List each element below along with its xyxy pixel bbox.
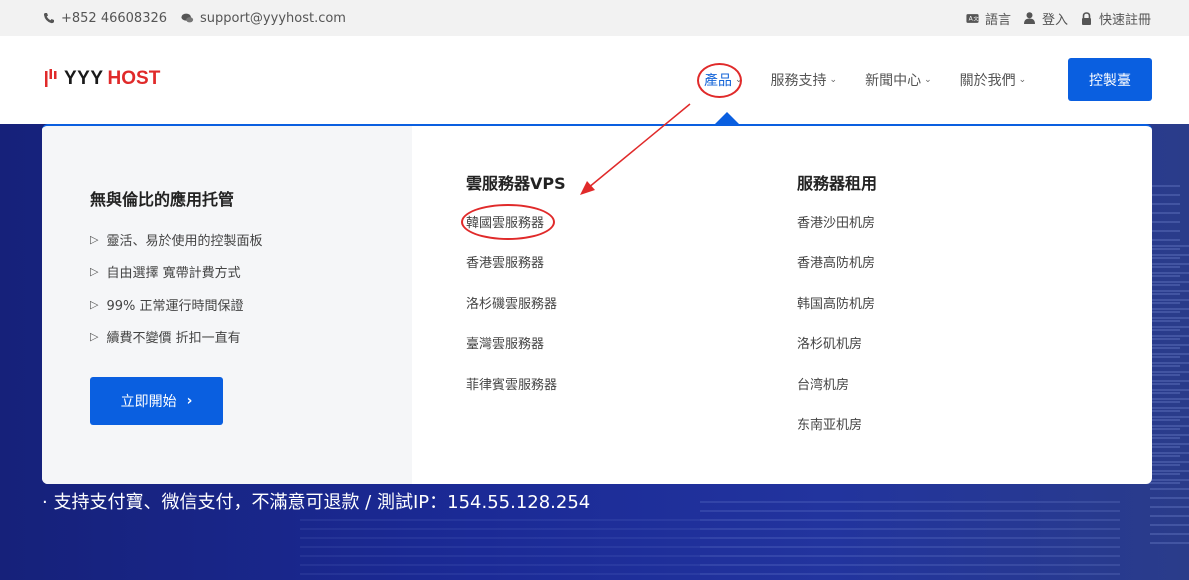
login-link[interactable]: 登入 (1023, 9, 1068, 28)
products-dropdown: 無與倫比的應用托管 ▷ 靈活、易於使用的控製面板 ▷ 自由選擇 寬帶計費方式 ▷… (42, 124, 1152, 484)
link-philippines-cloud-server[interactable]: 菲律賓雲服務器 (466, 374, 557, 393)
nav-news-label: 新聞中心 (865, 73, 922, 89)
logo-mark-icon (45, 69, 57, 87)
control-panel-button[interactable]: 控製臺 (1068, 58, 1152, 101)
link-taiwan-dc[interactable]: 台湾机房 (797, 374, 849, 393)
link-la-dc[interactable]: 洛杉矶机房 (797, 333, 862, 352)
feature-item: ▷ 自由選擇 寬帶計費方式 (90, 262, 241, 281)
chevron-down-icon: ⌄ (924, 75, 932, 85)
feature-item: ▷ 續費不變價 折扣一直有 (90, 327, 241, 346)
nav-support-label: 服務支持 (770, 73, 827, 89)
phone-contact[interactable]: +852 46608326 (42, 11, 167, 26)
site-header: YYY HOST 產品 ⌄ 服務支持 ⌄ 新聞中心 ⌄ 關於我們 ⌄ 控製臺 (0, 36, 1189, 124)
register-link[interactable]: 快速註冊 (1080, 9, 1151, 28)
link-sea-dc[interactable]: 东南亚机房 (797, 414, 862, 433)
nav-support[interactable]: 服務支持 ⌄ (771, 70, 838, 90)
feature-text: 靈活、易於使用的控製面板 (106, 234, 263, 249)
rental-heading: 服務器租用 (797, 174, 878, 193)
chevron-right-icon: › (186, 393, 193, 409)
rental-column: 服務器租用 香港沙田机房 香港高防机房 韩国高防机房 洛杉矶机房 台湾机房 东南… (797, 170, 878, 433)
server-rack-image (300, 514, 700, 580)
feature-item: ▷ 靈活、易於使用的控製面板 (90, 230, 262, 249)
lock-icon (1080, 11, 1093, 25)
link-taiwan-cloud-server[interactable]: 臺灣雲服務器 (466, 333, 544, 352)
link-korea-ddos-dc[interactable]: 韩国高防机房 (797, 293, 875, 312)
server-rack-image (700, 494, 1120, 580)
nav-news[interactable]: 新聞中心 ⌄ (865, 70, 932, 90)
start-now-button[interactable]: 立即開始 › (90, 377, 223, 425)
logo[interactable]: YYY HOST (44, 68, 160, 90)
language-selector[interactable]: A文 語言 (966, 9, 1011, 28)
logo-text-host: HOST (107, 68, 161, 89)
chevron-down-icon: ⌄ (829, 75, 838, 85)
annotation-circle-link (461, 204, 555, 240)
promo-title: 無與倫比的應用托管 (90, 190, 235, 209)
arrow-right-icon: ▷ (90, 298, 99, 311)
user-icon (1023, 12, 1036, 25)
link-hk-ddos-dc[interactable]: 香港高防机房 (797, 252, 875, 271)
annotation-circle-nav (697, 63, 742, 98)
email-address: support@yyyhost.com (200, 10, 346, 26)
top-bar: +852 46608326 support@yyyhost.com A文 語言 … (0, 0, 1189, 36)
chat-icon (181, 12, 194, 25)
chevron-down-icon: ⌄ (1018, 75, 1027, 85)
language-icon: A文 (966, 12, 979, 25)
vps-heading: 雲服務器VPS (466, 174, 566, 193)
hero-payment-text: · 支持支付寶、微信支付，不滿意可退款 / 測試IP：154.55.128.25… (42, 492, 591, 513)
register-label: 快速註冊 (1098, 12, 1151, 28)
link-la-cloud-server[interactable]: 洛杉磯雲服務器 (466, 293, 557, 312)
arrow-right-icon: ▷ (90, 233, 99, 246)
link-hongkong-cloud-server[interactable]: 香港雲服務器 (466, 252, 544, 271)
arrow-right-icon: ▷ (90, 265, 99, 278)
server-rack-image (1150, 244, 1189, 544)
logo-text-yyy: YYY (64, 68, 104, 89)
svg-text:文: 文 (973, 14, 979, 22)
feature-text: 續費不變價 折扣一直有 (106, 331, 241, 346)
language-label: 語言 (984, 12, 1011, 28)
link-hk-shatin-dc[interactable]: 香港沙田机房 (797, 212, 875, 231)
vps-column: 雲服務器VPS 韓國雲服務器 香港雲服務器 洛杉磯雲服務器 臺灣雲服務器 菲律賓… (466, 170, 566, 393)
nav-about-label: 關於我們 (959, 73, 1016, 89)
feature-item: ▷ 99% 正常運行時間保證 (90, 295, 244, 314)
nav-about[interactable]: 關於我們 ⌄ (960, 70, 1027, 90)
phone-number: +852 46608326 (61, 10, 168, 26)
promo-panel: 無與倫比的應用托管 ▷ 靈活、易於使用的控製面板 ▷ 自由選擇 寬帶計費方式 ▷… (42, 126, 412, 484)
phone-icon (42, 12, 55, 25)
start-now-label: 立即開始 (120, 394, 177, 410)
arrow-right-icon: ▷ (90, 330, 99, 343)
feature-text: 99% 正常運行時間保證 (106, 299, 244, 314)
dropdown-caret (715, 112, 739, 124)
login-label: 登入 (1041, 12, 1068, 28)
main-nav: 產品 ⌄ 服務支持 ⌄ 新聞中心 ⌄ 關於我們 ⌄ (704, 58, 1054, 102)
email-contact[interactable]: support@yyyhost.com (181, 11, 346, 26)
feature-text: 自由選擇 寬帶計費方式 (106, 266, 241, 281)
